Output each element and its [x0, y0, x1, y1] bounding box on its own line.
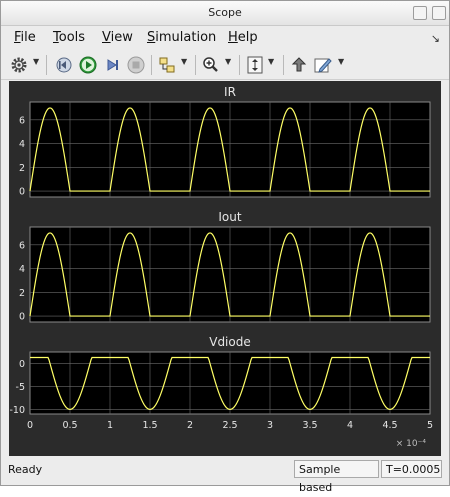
gear-dropdown-icon[interactable]: ▼ [33, 57, 39, 66]
x-tick-label: 4 [347, 420, 353, 431]
style-edit-icon[interactable] [313, 55, 333, 75]
x-tick-label: 4.5 [382, 420, 397, 431]
maximize-button[interactable] [432, 6, 446, 20]
menu-tools[interactable]: Tools [53, 30, 85, 45]
scope-window: Scope File Tools View Simulation Help ↘ … [0, 0, 450, 494]
y-tick-label: 6 [19, 240, 25, 251]
sim-time-status: T=0.0005 [381, 460, 442, 478]
zoom-icon[interactable] [201, 55, 221, 75]
menu-file[interactable]: File [14, 30, 36, 45]
x-tick-label: 2.5 [222, 420, 237, 431]
x-tick-label: 0 [27, 420, 33, 431]
x-tick-label: 2 [187, 420, 193, 431]
y-tick-label: 0 [19, 359, 25, 370]
window-title: Scope [208, 6, 242, 19]
stop-icon[interactable] [126, 55, 146, 75]
sample-mode-status: Sample based [294, 460, 379, 494]
style-dropdown-icon[interactable]: ▼ [338, 57, 344, 66]
scope-canvas: IR 6 4 2 0 Iout 6 4 2 0 Vdiode 0 -5 -10 0 0.5 1 1.5 2 2.5 3 3… [9, 81, 441, 456]
run-icon[interactable] [78, 55, 98, 75]
toolbar-separator [46, 55, 47, 75]
toolbar-separator [283, 55, 284, 75]
y-tick-label: 2 [19, 288, 25, 299]
y-tick-label: 6 [19, 115, 25, 126]
plot-title: Vdiode [209, 335, 251, 349]
highlight-block-icon[interactable] [157, 55, 177, 75]
title-bar: Scope [1, 1, 449, 26]
highlight-dropdown-icon[interactable]: ▼ [181, 57, 187, 66]
undock-icon[interactable]: ↘ [431, 32, 440, 45]
toolbar: ▼ ▼ ▼ ▼ ▼ [1, 51, 449, 80]
x-scale-label: × 10⁻⁴ [396, 439, 427, 449]
x-tick-label: 0.5 [62, 420, 77, 431]
toolbar-separator [239, 55, 240, 75]
x-tick-label: 1.5 [142, 420, 157, 431]
x-tick-label: 1 [107, 420, 113, 431]
menu-help[interactable]: Help [228, 30, 258, 45]
y-tick-label: -10 [9, 405, 25, 416]
scope-plots: IR6420Iout6420Vdiode0-5-100 0.5 1 1.5 2 2.5 3 3… [9, 85, 433, 449]
y-tick-label: -5 [16, 382, 25, 393]
plot-title: Iout [218, 210, 241, 224]
y-tick-label: 4 [19, 264, 25, 275]
zoom-dropdown-icon[interactable]: ▼ [225, 57, 231, 66]
autoscale-icon[interactable] [245, 55, 265, 75]
x-tick-label: 5 [427, 420, 433, 431]
y-tick-label: 0 [19, 187, 25, 198]
toolbar-separator [151, 55, 152, 75]
plot-title: IR [224, 85, 236, 99]
restore-layout-icon[interactable] [289, 55, 309, 75]
menu-view[interactable]: View [102, 30, 133, 45]
x-tick-label: 3.5 [302, 420, 317, 431]
gear-icon[interactable] [9, 55, 29, 75]
menu-simulation[interactable]: Simulation [147, 30, 216, 45]
minimize-button[interactable] [413, 6, 427, 20]
menu-bar: File Tools View Simulation Help ↘ [1, 26, 449, 50]
status-ready: Ready [8, 463, 43, 476]
step-forward-icon[interactable] [102, 55, 122, 75]
autoscale-dropdown-icon[interactable]: ▼ [268, 57, 274, 66]
y-tick-label: 2 [19, 163, 25, 174]
toolbar-separator [195, 55, 196, 75]
step-back-icon[interactable] [54, 55, 74, 75]
x-tick-label: 3 [267, 420, 273, 431]
status-bar: Ready Sample based T=0.0005 [1, 458, 449, 494]
y-tick-label: 0 [19, 312, 25, 323]
y-tick-label: 4 [19, 139, 25, 150]
